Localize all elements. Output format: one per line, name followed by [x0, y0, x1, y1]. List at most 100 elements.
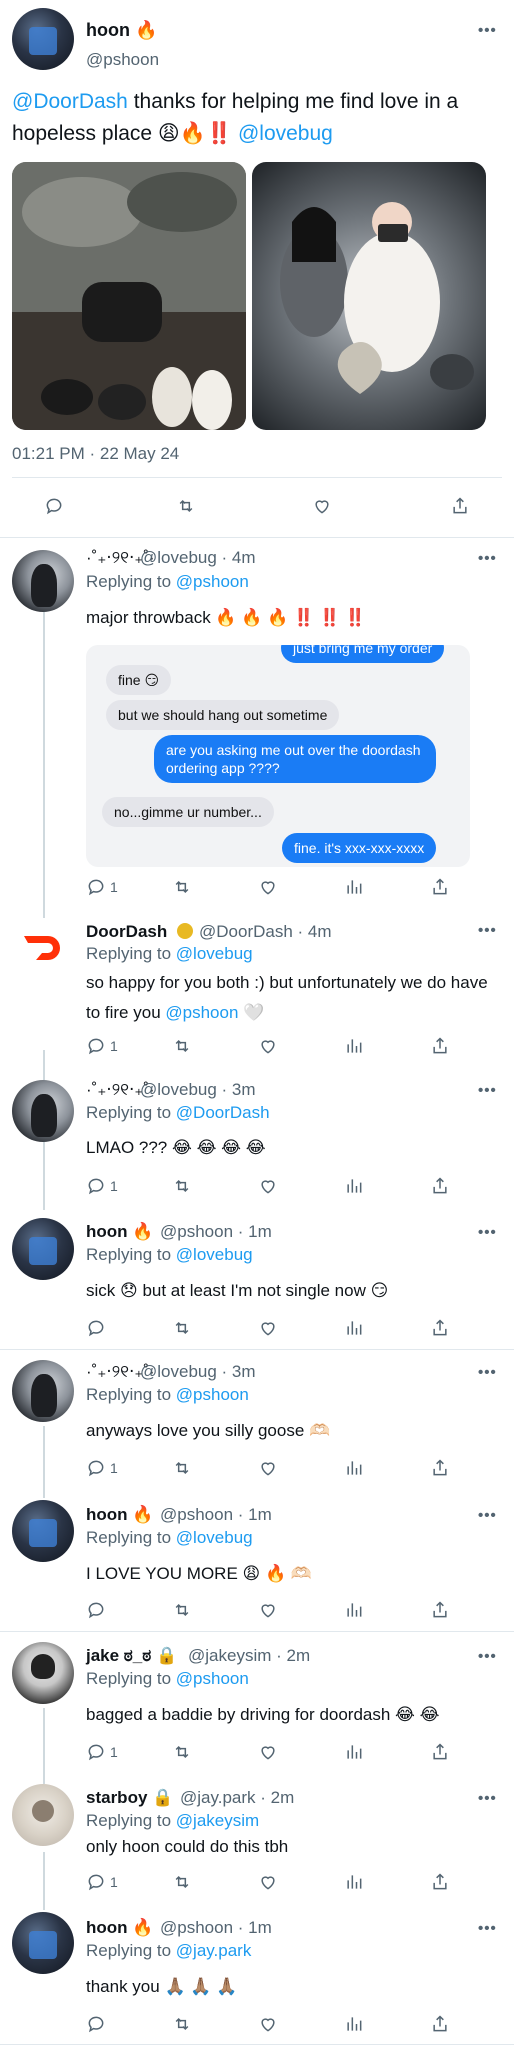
like-button[interactable] — [312, 496, 332, 518]
reply-button[interactable]: 1 — [86, 1458, 118, 1480]
more-icon[interactable]: ••• — [478, 1224, 497, 1241]
share-button[interactable] — [430, 1600, 450, 1622]
share-button[interactable] — [430, 877, 450, 899]
more-icon[interactable]: ••• — [478, 922, 497, 939]
doordash-logo-icon[interactable] — [18, 920, 68, 970]
like-button[interactable] — [258, 1458, 278, 1480]
retweet-button[interactable] — [172, 1176, 192, 1198]
author-name[interactable]: hoon 🔥 — [86, 1505, 153, 1525]
mention-link[interactable]: @lovebug — [176, 1528, 253, 1547]
share-button[interactable] — [430, 2014, 450, 2036]
mention-link[interactable]: @pshoon — [176, 1385, 249, 1404]
reply-button[interactable] — [86, 2014, 106, 2036]
stats-button[interactable] — [344, 1742, 364, 1764]
share-button[interactable] — [430, 1458, 450, 1480]
stats-button[interactable] — [344, 1458, 364, 1480]
mention-link[interactable]: @pshoon — [176, 572, 249, 591]
mention-link[interactable]: @lovebug — [238, 122, 333, 145]
retweet-button[interactable] — [172, 1872, 192, 1894]
stats-button[interactable] — [344, 2014, 364, 2036]
retweet-button[interactable] — [172, 1742, 192, 1764]
author-name[interactable]: hoon 🔥 — [86, 1918, 153, 1938]
more-icon[interactable]: ••• — [478, 22, 497, 39]
more-icon[interactable]: ••• — [478, 1920, 497, 1937]
more-icon[interactable]: ••• — [478, 1790, 497, 1807]
more-icon[interactable]: ••• — [478, 1648, 497, 1665]
avatar[interactable] — [12, 8, 74, 70]
avatar[interactable] — [12, 1642, 74, 1704]
author-handle[interactable]: @lovebug · 3m — [140, 1362, 256, 1382]
mention-link[interactable]: @jakeysim — [176, 1811, 259, 1830]
author-handle[interactable]: @jakeysim · 2m — [188, 1646, 310, 1666]
reply-button[interactable]: 1 — [86, 877, 118, 899]
reply-button[interactable]: 1 — [86, 1872, 118, 1894]
mention-link[interactable]: @jay.park — [176, 1941, 252, 1960]
share-button[interactable] — [430, 1872, 450, 1894]
author-handle[interactable]: @lovebug · 3m — [140, 1080, 256, 1100]
share-button[interactable] — [430, 1742, 450, 1764]
like-button[interactable] — [258, 1318, 278, 1340]
author-handle[interactable]: @DoorDash · 4m — [199, 922, 332, 942]
photo-mirror-selfie[interactable] — [252, 162, 486, 430]
like-button[interactable] — [258, 1600, 278, 1622]
like-button[interactable] — [258, 1176, 278, 1198]
stats-button[interactable] — [344, 1036, 364, 1058]
more-icon[interactable]: ••• — [478, 550, 497, 567]
photo-reflection[interactable] — [12, 162, 246, 430]
author-handle[interactable]: @pshoon · 1m — [160, 1918, 272, 1938]
retweet-button[interactable] — [172, 1036, 192, 1058]
stats-button[interactable] — [344, 1176, 364, 1198]
mention-link[interactable]: @DoorDash — [176, 1103, 270, 1122]
more-icon[interactable]: ••• — [478, 1082, 497, 1099]
reply-button[interactable]: 1 — [86, 1176, 118, 1198]
share-button[interactable] — [430, 1036, 450, 1058]
more-icon[interactable]: ••• — [478, 1364, 497, 1381]
avatar[interactable] — [12, 1080, 74, 1142]
mention-link[interactable]: @pshoon — [165, 1003, 238, 1022]
reply-button[interactable]: 1 — [86, 1742, 118, 1764]
retweet-button[interactable] — [172, 2014, 192, 2036]
author-handle[interactable]: @jay.park · 2m — [180, 1788, 294, 1808]
avatar[interactable] — [12, 1360, 74, 1422]
mention-link[interactable]: @DoorDash — [12, 90, 128, 113]
more-icon[interactable]: ••• — [478, 1507, 497, 1524]
author-name[interactable]: starboy 🔒 — [86, 1788, 173, 1808]
retweet-button[interactable] — [172, 1600, 192, 1622]
reply-button[interactable] — [44, 496, 64, 518]
author-handle[interactable]: @lovebug · 4m — [140, 548, 256, 568]
mention-link[interactable]: @pshoon — [176, 1669, 249, 1688]
retweet-button[interactable] — [172, 1458, 192, 1480]
mention-link[interactable]: @lovebug — [176, 1245, 253, 1264]
avatar[interactable] — [12, 550, 74, 612]
like-button[interactable] — [258, 877, 278, 899]
share-button[interactable] — [450, 496, 470, 518]
reply-button[interactable]: 1 — [86, 1036, 118, 1058]
like-button[interactable] — [258, 1872, 278, 1894]
author-name[interactable]: DoorDash — [86, 922, 167, 942]
author-handle[interactable]: @pshoon · 1m — [160, 1505, 272, 1525]
avatar[interactable] — [12, 1218, 74, 1280]
share-button[interactable] — [430, 1176, 450, 1198]
stats-button[interactable] — [344, 877, 364, 899]
like-button[interactable] — [258, 1742, 278, 1764]
like-button[interactable] — [258, 1036, 278, 1058]
avatar[interactable] — [12, 1500, 74, 1562]
mention-link[interactable]: @lovebug — [176, 944, 253, 963]
stats-button[interactable] — [344, 1600, 364, 1622]
chat-screenshot[interactable]: just bring me my order fine 😏 but we sho… — [86, 645, 470, 867]
timestamp[interactable]: 01:21 PM · 22 May 24 — [12, 444, 179, 464]
reply-button[interactable] — [86, 1318, 106, 1340]
author-name[interactable]: jake ಠ_ಠ 🔒 — [86, 1646, 177, 1666]
retweet-button[interactable] — [172, 1318, 192, 1340]
stats-button[interactable] — [344, 1318, 364, 1340]
author-name[interactable]: hoon 🔥 — [86, 20, 157, 41]
retweet-button[interactable] — [172, 877, 192, 899]
author-name[interactable]: hoon 🔥 — [86, 1222, 153, 1242]
avatar[interactable] — [12, 1912, 74, 1974]
retweet-button[interactable] — [176, 496, 196, 518]
author-handle[interactable]: @pshoon · 1m — [160, 1222, 272, 1242]
like-button[interactable] — [258, 2014, 278, 2036]
author-handle[interactable]: @pshoon — [86, 50, 159, 70]
reply-button[interactable] — [86, 1600, 106, 1622]
share-button[interactable] — [430, 1318, 450, 1340]
